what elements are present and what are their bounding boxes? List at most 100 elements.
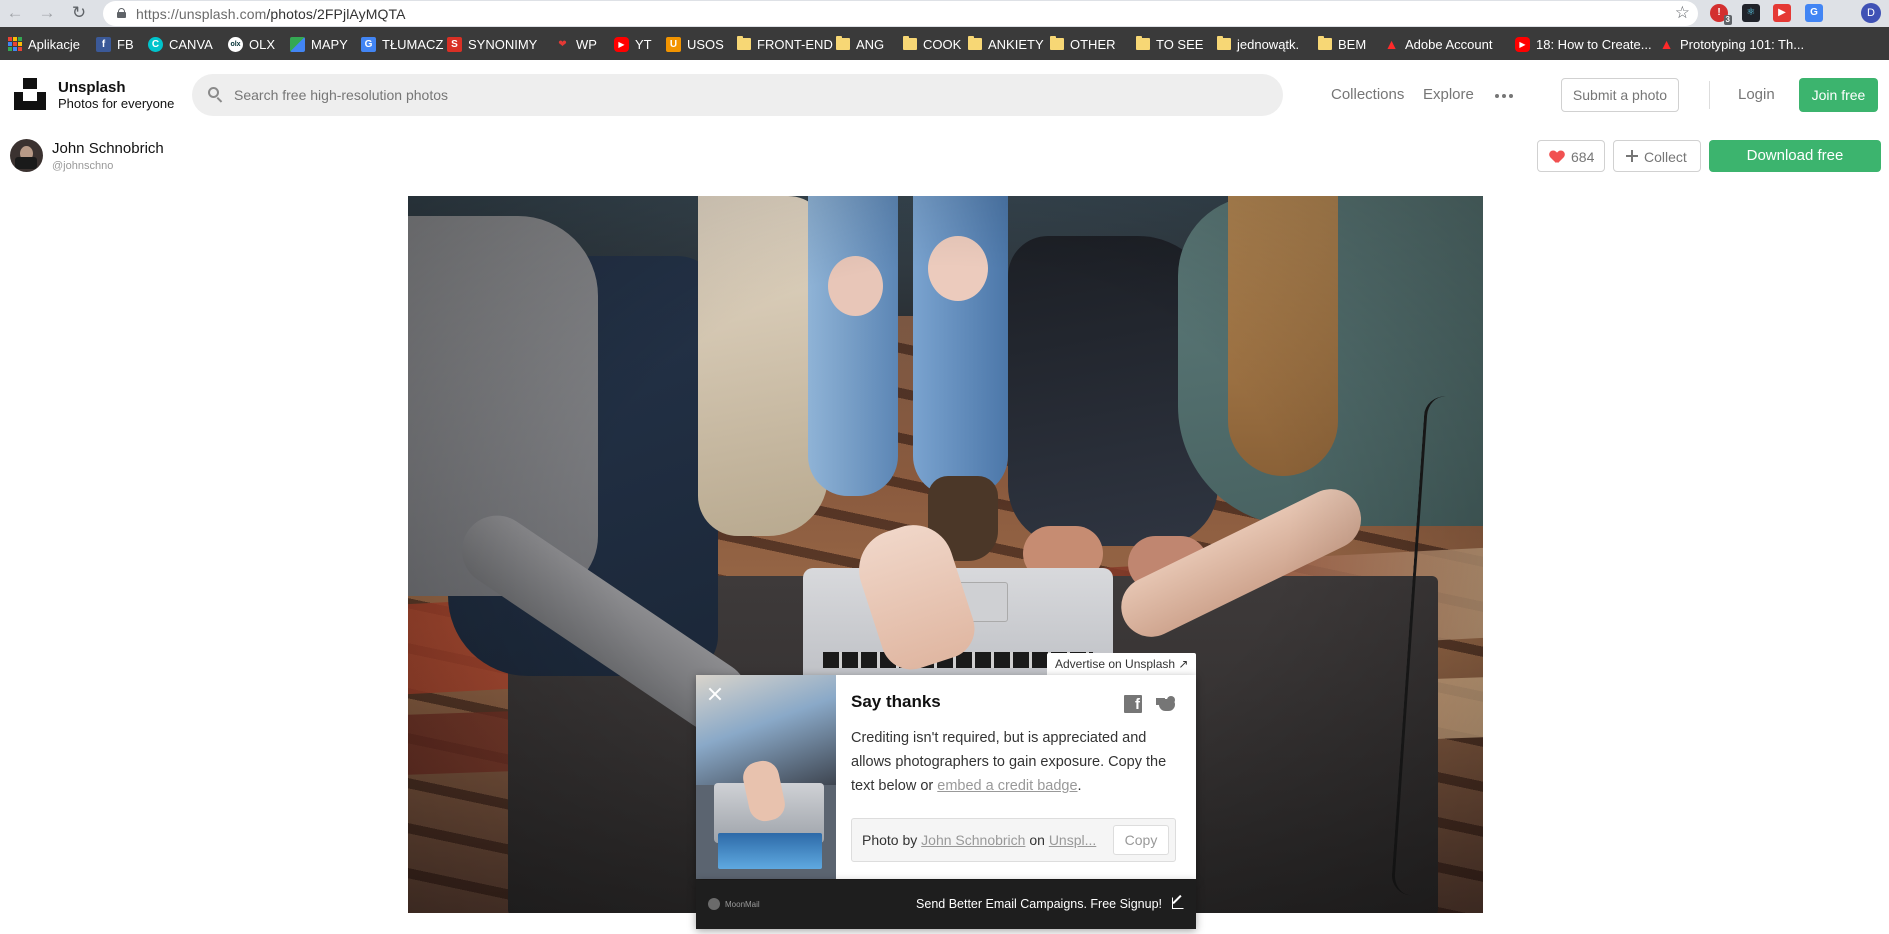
extension-adblock-icon[interactable]: ! 3 (1710, 4, 1732, 25)
folder-icon (1136, 36, 1150, 50)
bookmark-wp[interactable]: ❤ WP (555, 35, 597, 53)
bookmark-yt[interactable]: ▶ YT (614, 35, 652, 53)
bookmark-label: OLX (249, 36, 276, 52)
folder-icon (1050, 36, 1064, 50)
bookmark-jednowątk[interactable]: jednowątk. (1217, 35, 1299, 53)
bookmark-fb[interactable]: f FB (96, 35, 134, 53)
extension-react-icon[interactable]: ⚛ (1742, 4, 1760, 22)
author-name[interactable]: John Schnobrich (52, 140, 164, 157)
bookmark-bem[interactable]: BEM (1318, 35, 1366, 53)
search-input[interactable] (234, 74, 1264, 116)
twitter-share-icon[interactable] (1156, 695, 1177, 713)
back-icon[interactable]: ← (4, 2, 26, 24)
heart-icon (1550, 151, 1564, 163)
nav-collections[interactable]: Collections (1331, 86, 1404, 103)
adobe-icon: ▲ (1659, 35, 1674, 52)
bookmark-label: WP (576, 36, 597, 52)
synonimy-icon: S (447, 36, 462, 52)
bookmark-aplikacje[interactable]: Aplikacje (8, 35, 80, 53)
maps-icon (290, 36, 305, 52)
bookmark-label: FRONT-END (757, 36, 833, 52)
lock-icon (117, 8, 126, 18)
bookmark-label: COOK (923, 36, 962, 52)
like-button[interactable]: 684 (1537, 140, 1605, 172)
join-free-button[interactable]: Join free (1799, 78, 1878, 112)
more-menu-icon[interactable] (1495, 94, 1513, 98)
ad-banner[interactable]: MoonMail Send Better Email Campaigns. Fr… (696, 880, 1196, 929)
author-handle[interactable]: @johnschno (52, 160, 113, 172)
header-divider (1709, 81, 1710, 109)
collect-button[interactable]: Collect (1613, 140, 1701, 172)
folder-icon (1217, 36, 1231, 50)
download-free-button[interactable]: Download free (1709, 140, 1881, 172)
olx-icon: olx (228, 36, 243, 52)
bookmark-label: BEM (1338, 36, 1367, 52)
address-bar[interactable]: https://unsplash.com/photos/2FPjlAyMQTA … (103, 1, 1698, 26)
reload-icon[interactable]: ↻ (68, 2, 90, 24)
popup-thumbnail (696, 675, 836, 879)
facebook-share-icon[interactable]: f (1124, 695, 1142, 713)
forward-icon[interactable]: → (36, 2, 58, 24)
bookmark-tłumacz[interactable]: G TŁUMACZ (361, 35, 443, 53)
bookmark-label: YT (635, 36, 652, 52)
embed-badge-link[interactable]: embed a credit badge (937, 778, 1077, 794)
bookmark-other[interactable]: OTHER (1050, 35, 1116, 53)
profile-avatar[interactable]: D (1861, 3, 1881, 23)
popup-title: Say thanks (851, 692, 941, 711)
ad-text[interactable]: Send Better Email Campaigns. Free Signup… (916, 897, 1162, 911)
folder-icon (836, 36, 850, 50)
bookmark-star-icon[interactable]: ☆ (1675, 3, 1690, 23)
bookmark-label: SYNONIMY (468, 36, 538, 52)
bookmark-18-how-to-create[interactable]: ▶ 18: How to Create... (1515, 35, 1652, 53)
youtube-icon: ▶ (614, 36, 629, 52)
search-bar[interactable] (192, 74, 1283, 116)
credit-site-link[interactable]: Unspl... (1049, 832, 1096, 848)
bookmark-label: Aplikacje (28, 36, 81, 52)
credit-author-link[interactable]: John Schnobrich (921, 832, 1025, 848)
author-avatar[interactable] (10, 139, 43, 172)
credit-text-box[interactable]: Photo by John Schnobrich on Unspl... Cop… (851, 818, 1176, 862)
bookmark-usos[interactable]: U USOS (666, 35, 724, 53)
external-link-icon[interactable] (1172, 897, 1184, 909)
bookmark-label: ANKIETY (988, 36, 1044, 52)
unsplash-logo[interactable] (14, 78, 46, 110)
bookmark-canva[interactable]: C CANVA (148, 35, 213, 53)
bookmark-mapy[interactable]: MAPY (290, 35, 348, 53)
folder-icon (1318, 36, 1332, 50)
folder-icon (737, 36, 751, 50)
extension-translate-icon[interactable]: G (1805, 4, 1823, 22)
browser-toolbar: ← → ↻ https://unsplash.com/photos/2FPjlA… (0, 0, 1889, 27)
credit-text: Photo by John Schnobrich on Unspl... (862, 832, 1097, 848)
bookmark-adobe-account[interactable]: ▲ Adobe Account (1384, 35, 1493, 53)
submit-photo-button[interactable]: Submit a photo (1561, 78, 1679, 112)
bookmark-ankiety[interactable]: ANKIETY (968, 35, 1044, 53)
youtube-icon: ▶ (1515, 36, 1530, 52)
bookmark-front-end[interactable]: FRONT-END (737, 35, 833, 53)
brand-name[interactable]: Unsplash (58, 79, 126, 96)
nav-explore[interactable]: Explore (1423, 86, 1474, 103)
bookmark-synonimy[interactable]: S SYNONIMY (447, 35, 537, 53)
facebook-icon: f (96, 36, 111, 52)
bookmark-to-see[interactable]: TO SEE (1136, 35, 1203, 53)
advertise-link[interactable]: Advertise on Unsplash ↗ (1047, 653, 1197, 675)
apps-grid-icon (8, 37, 22, 51)
search-icon[interactable] (208, 87, 223, 103)
login-link[interactable]: Login (1738, 86, 1775, 103)
bookmark-label: CANVA (169, 36, 213, 52)
extension-youtube-icon[interactable]: ▶ (1773, 4, 1791, 22)
folder-icon (903, 36, 917, 50)
say-thanks-popup: Say thanks f Crediting isn't required, b… (696, 675, 1196, 879)
bookmark-cook[interactable]: COOK (903, 35, 961, 53)
copy-button[interactable]: Copy (1113, 825, 1169, 855)
bookmark-ang[interactable]: ANG (836, 35, 884, 53)
bookmark-olx[interactable]: olx OLX (228, 35, 275, 53)
bookmark-label: USOS (687, 36, 724, 52)
plus-icon (1626, 150, 1638, 162)
usos-icon: U (666, 36, 681, 52)
bookmark-label: ANG (856, 36, 885, 52)
bookmark-label: MAPY (311, 36, 348, 52)
close-icon[interactable] (708, 687, 722, 701)
brand-tagline: Photos for everyone (58, 96, 175, 111)
bookmark-label: Adobe Account (1405, 36, 1493, 52)
bookmark-prototyping-101-th[interactable]: ▲ Prototyping 101: Th... (1659, 35, 1805, 53)
